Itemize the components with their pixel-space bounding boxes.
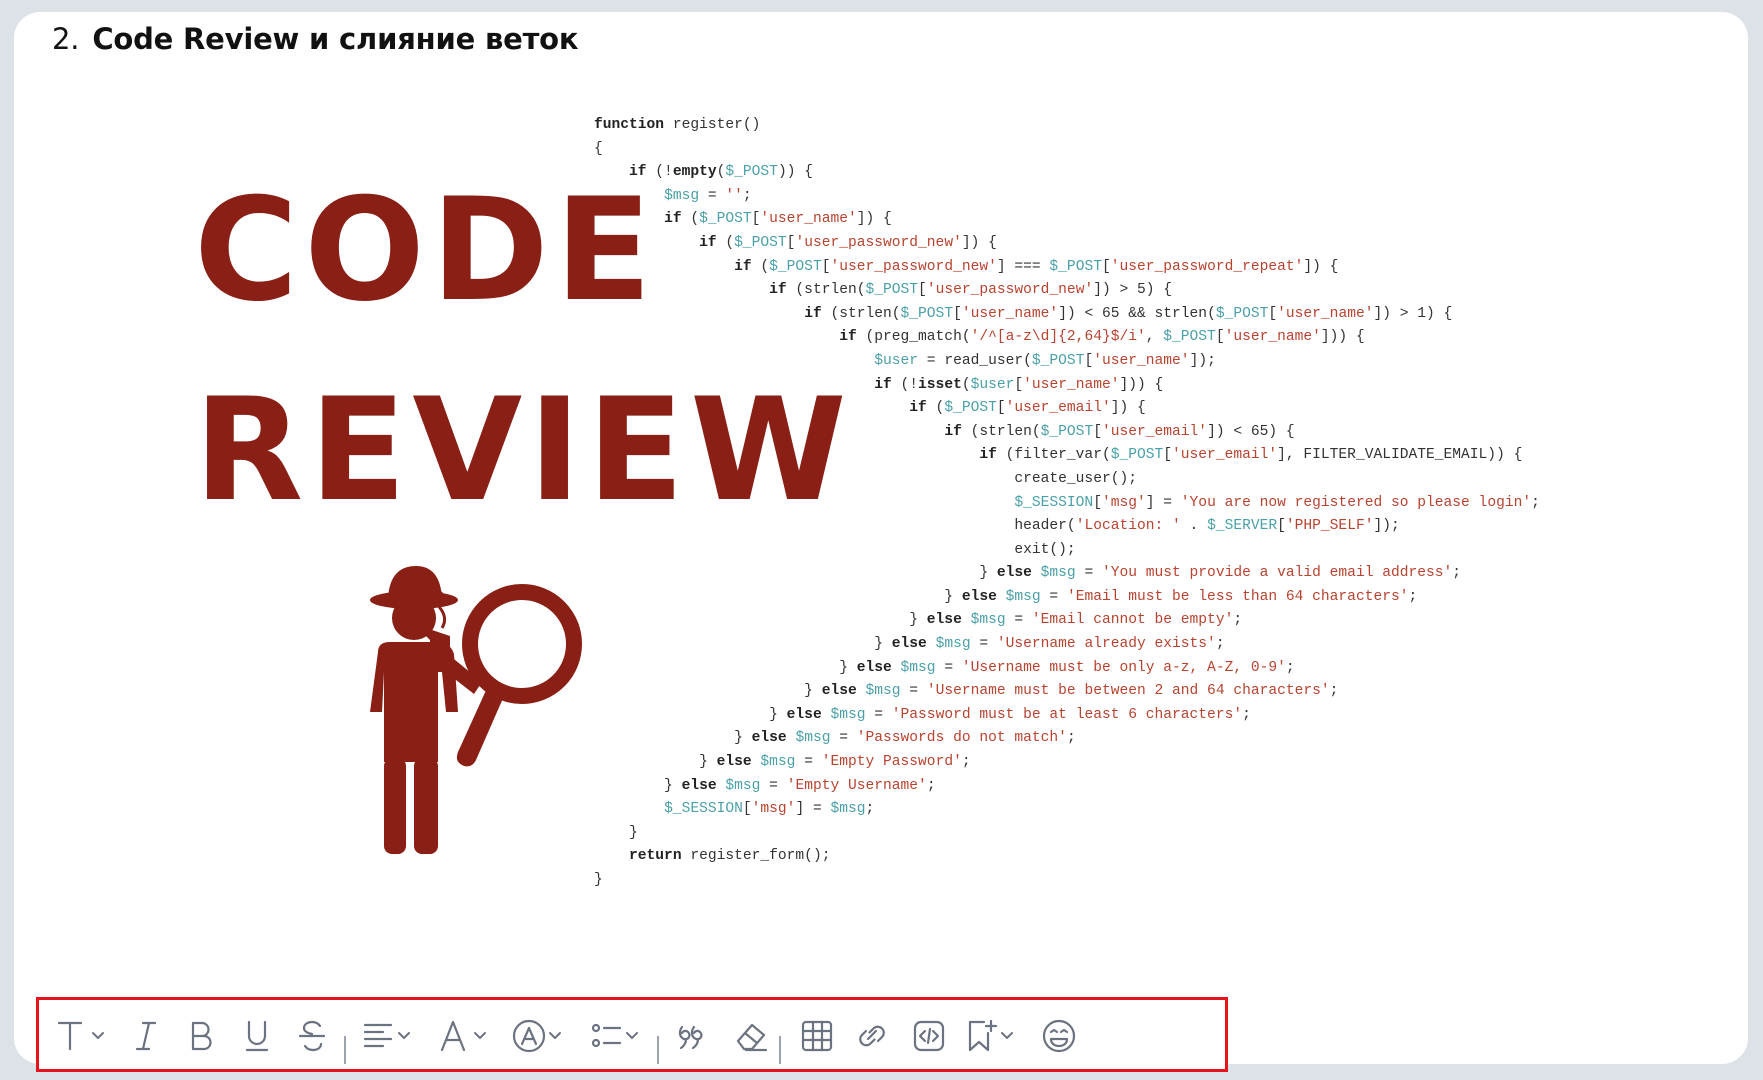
emoji-icon [1042,1019,1076,1053]
code-line: header('Location: ' . $_SERVER['PHP_SELF… [594,518,1400,535]
bookmark-add-button[interactable] [964,1016,1014,1056]
code-line: } else $msg = 'Username must be between … [594,683,1339,700]
code-line: } else $msg = 'You must provide a valid … [594,565,1462,582]
code-line: $msg = ''; [664,187,752,204]
code-line: } else $msg = 'Email cannot be empty'; [594,612,1243,629]
highlight-color-icon [512,1019,546,1053]
chevron-down-icon [1001,1032,1013,1039]
code-line: function register() [594,117,761,133]
font-color-icon [440,1020,466,1052]
illustration-word-code: CODE [194,168,658,333]
toolbar-separator [657,1036,659,1064]
align-icon [363,1023,393,1048]
code-line: } else $msg = 'Empty Username'; [594,777,936,794]
detective-magnifier-icon [370,566,582,854]
code-snippet: function register() { if (!empty($_POST))… [594,114,1540,893]
code-review-illustration: CODE REVIEW function register() {if (!e… [164,92,1684,922]
code-line: if (!isset($user['user_name'])) { [874,376,1164,393]
underline-button[interactable] [241,1016,277,1056]
code-line: } else $msg = 'Email must be less than 6… [594,588,1418,605]
code-line: } else $msg = 'Username must be only a-z… [594,659,1295,676]
strikethrough-button[interactable] [296,1016,332,1056]
toolbar-separator [779,1036,781,1064]
font-color-button[interactable] [437,1016,487,1056]
section-heading: 2. Code Review и слияние веток [52,22,579,56]
bookmark-add-icon [968,1019,998,1052]
eraser-button[interactable] [734,1016,770,1056]
code-line: if ($_POST['user_password_new']) { [699,234,997,251]
italic-button[interactable] [129,1016,165,1056]
align-button[interactable] [361,1016,411,1056]
code-line: if (filter_var($_POST['user_email'], FIL… [979,447,1523,464]
table-icon [801,1020,833,1052]
bold-button[interactable] [184,1016,220,1056]
heading-number: 2. [52,22,80,56]
code-line: if (strlen($_POST['user_password_new']) … [769,282,1173,299]
code-line: } else $msg = 'Username already exists'; [594,636,1225,653]
code-block-button[interactable] [911,1016,947,1056]
bold-icon [191,1021,212,1051]
chevron-down-icon [474,1032,486,1039]
code-line: $_SESSION['msg'] = 'You are now register… [1014,494,1540,511]
code-line: return register_form(); [629,848,831,865]
code-line: if ($_POST['user_name']) { [664,211,892,228]
heading-title: Code Review и слияние веток [92,22,579,56]
emoji-button[interactable] [1041,1016,1077,1056]
code-line: exit(); [594,541,1076,558]
text-style-button[interactable] [55,1016,105,1056]
chevron-down-icon [398,1032,410,1039]
code-line: if (strlen($_POST['user_name']) < 65 && … [804,305,1453,322]
code-block-icon [913,1020,945,1052]
content-card: 2. Code Review и слияние веток CODE REVI… [14,12,1748,1072]
strikethrough-icon [298,1020,326,1052]
code-line: } else $msg = 'Passwords do not match'; [594,730,1076,747]
code-line: } else $msg = 'Password must be at least… [594,706,1251,723]
quote-button[interactable] [676,1016,712,1056]
quote-icon [678,1025,703,1050]
chevron-down-icon [549,1032,561,1039]
link-icon [859,1025,885,1047]
underline-icon [245,1020,269,1052]
formatting-toolbar [36,997,1228,1072]
code-line: create_user(); [594,470,1137,487]
code-line: if ($_POST['user_password_new'] === $_PO… [734,258,1339,275]
highlight-color-button[interactable] [512,1016,562,1056]
eraser-icon [736,1023,768,1052]
code-line: if ($_POST['user_email']) { [909,400,1146,417]
code-line: if (preg_match('/^[a-z\d]{2,64}$/i', $_P… [839,329,1365,346]
table-button[interactable] [799,1016,835,1056]
code-line: $user = read_user($_POST['user_name']); [874,352,1216,369]
code-line: if (strlen($_POST['user_email']) < 65) { [944,423,1295,440]
text-style-icon [57,1021,83,1051]
list-button[interactable] [589,1016,639,1056]
code-line: } [594,872,603,888]
code-line: { [594,140,603,157]
code-line: } else $msg = 'Empty Password'; [594,754,971,771]
chevron-down-icon [626,1032,638,1039]
code-line: } [594,824,638,841]
code-line: $_SESSION['msg'] = $msg; [664,801,875,818]
toolbar-separator [344,1036,346,1064]
link-button[interactable] [854,1016,890,1056]
chevron-down-icon [92,1032,104,1039]
code-line: if (!empty($_POST)) { [629,164,813,181]
italic-icon [135,1021,157,1051]
list-icon [591,1023,622,1048]
